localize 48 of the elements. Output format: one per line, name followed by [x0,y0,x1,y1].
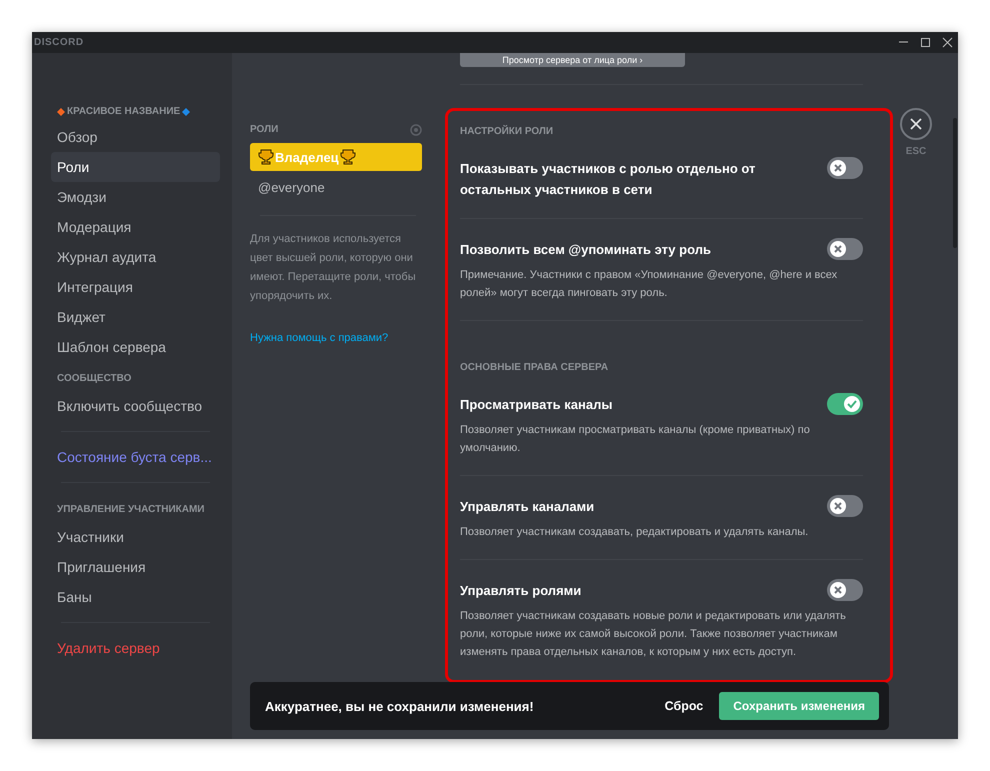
toggle-switch[interactable] [827,393,863,415]
sidebar-item[interactable]: Участники [51,522,220,552]
toggle-switch[interactable] [827,238,863,260]
toggle-switch[interactable] [827,157,863,179]
sidebar-item[interactable]: Баны [51,582,220,612]
sidebar-item[interactable]: Обзор [51,122,220,152]
toggle-switch[interactable] [827,579,863,601]
role-item[interactable]: @everyone [250,173,422,201]
sidebar-item[interactable]: Включить сообщество [51,391,220,421]
sidebar-item[interactable]: Журнал аудита [51,242,220,272]
sidebar-item[interactable]: Интеграция [51,272,220,302]
setting-description: Примечание. Участники с правом «Упоминание @everyone, @here и всех ролей» могут всегда пинговать эту роль. [460,268,838,301]
diamond-icon [57,108,65,116]
toggle-switch[interactable] [827,495,863,517]
diamond-icon [182,108,190,116]
sidebar-item[interactable]: Удалить сервер [51,633,220,663]
sidebar-item[interactable]: Шаблон сервера [51,332,220,362]
window-title: DISCORD [33,37,84,48]
section-heading: НАСТРОЙКИ РОЛИ [460,125,554,138]
setting-title: Управлять каналами [460,498,594,516]
sidebar-item[interactable]: Модерация [51,212,220,242]
setting-title: Показывать участников с ролью отдельно от остальных участников в сети [460,160,756,199]
setting-description: Позволяет участникам просматривать каналы (кроме приватных) по умолчанию. [460,423,811,456]
section-heading: ОСНОВНЫЕ ПРАВА СЕРВЕРА [460,361,610,374]
maximize-icon [920,37,930,48]
setting-title: Управлять ролями [460,582,582,600]
setting-description: Позволяет участникам создавать, редактировать и удалять каналы. [460,525,810,540]
section-heading: УПРАВЛЕНИЕ УЧАСТНИКАМИ [56,503,206,517]
reset-button[interactable]: Сброс [648,699,720,713]
sidebar-item[interactable]: Роли [51,152,220,182]
notice-text: Аккуратнее, вы не сохранили изменения! [265,698,535,714]
sidebar-item[interactable]: Состояние буста серв... [51,442,220,472]
setting-description: Позволяет участникам создавать новые роли и редактировать или удалять роли, которые ниже их самой высокой роли. Также позволяет участникам изменять права отдельных каналов, к которым у них есть доступ. [460,609,847,660]
close-button[interactable] [900,108,932,140]
roles-heading: РОЛИ [250,123,278,136]
setting-title: Просматривать каналы [460,396,612,414]
section-heading: СООБЩЕСТВО [56,372,132,386]
hint-text: Для участников используется цвет высшей роли, которую они имеют. Перетащите роли, чтобы упорядочить их. [250,232,417,304]
sidebar-item[interactable]: Виджет [51,302,220,332]
sidebar-item[interactable]: Эмодзи [51,182,220,212]
server-name: КРАСИВОЕ НАЗВАНИЕ [67,105,180,118]
view-as-role-button[interactable]: Просмотр сервера от лица роли › [460,53,685,67]
help-link[interactable]: Нужна помощь с правами? [250,332,388,344]
close-icon [910,118,922,130]
close-icon [942,37,952,48]
sidebar-item[interactable]: Приглашения [51,552,220,582]
esc-label: ESC [906,146,926,157]
setting-title: Позволить всем @упоминать эту роль [460,241,711,259]
